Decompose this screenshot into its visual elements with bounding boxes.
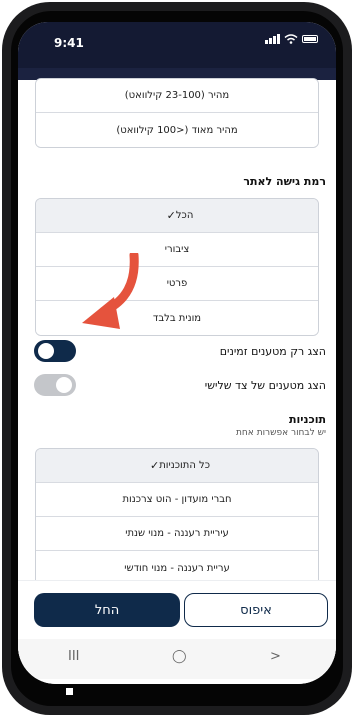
option-label: חברי מועדון - הוט צרכנות (122, 494, 232, 505)
check-icon: ✓ (149, 459, 160, 472)
status-time: 9:41 (54, 36, 84, 50)
reset-button[interactable]: איפוס (184, 593, 328, 627)
available-chargers-toggle[interactable] (34, 340, 76, 362)
option-label: פרטי (166, 278, 188, 289)
plans-title: תוכניות (288, 413, 326, 426)
access-option-all[interactable]: הכל ✓ (36, 199, 318, 233)
plans-subtitle: יש לבחור אפשרות אחת (236, 428, 326, 438)
plans-options-card: כל התוכניות ✓ חברי מועדון - הוט צרכנות ע… (35, 448, 319, 586)
app-screen: 9:41 מהיר (23-100 קילוואט) מהיר מאוד (<1… (18, 22, 336, 684)
third-party-chargers-toggle[interactable] (34, 374, 76, 396)
option-label: מהיר מאוד (<100 קילוואט) (116, 124, 238, 136)
filter-content: מהיר (23-100 קילוואט) מהיר מאוד (<100 קי… (18, 78, 336, 586)
toggle-label: הצג רק מטענים זמינים (219, 345, 326, 358)
status-bar: 9:41 (18, 22, 336, 68)
plan-option-all[interactable]: כל התוכניות ✓ (36, 449, 318, 483)
toggle-row-available: הצג רק מטענים זמינים (18, 340, 336, 364)
apply-button[interactable]: החל (34, 593, 180, 627)
toggle-knob (56, 377, 72, 393)
callout-arrow-icon (82, 253, 139, 329)
action-footer: איפוס החל III ◯ > (18, 580, 336, 684)
toggle-knob (38, 343, 54, 359)
option-label: עריית רעננה - מנוי חודשי (124, 562, 230, 574)
option-label: כל התוכניות (159, 460, 211, 471)
option-label: עיריית רעננה - מנוי שנתי (125, 528, 229, 539)
signal-icon (265, 34, 280, 44)
speed-option-very-fast[interactable]: מהיר מאוד (<100 קילוואט) (36, 113, 318, 147)
plan-option-yearly[interactable]: עיריית רעננה - מנוי שנתי (36, 517, 318, 551)
option-label: מהיר (23-100 קילוואט) (124, 90, 230, 101)
option-label: מונית בלבד (152, 312, 202, 324)
home-icon[interactable]: ◯ (172, 649, 187, 664)
status-icons (265, 34, 318, 44)
option-label: הכל (175, 210, 194, 221)
access-level-title: רמת גישה לאתר (243, 175, 326, 188)
home-indicator (66, 688, 73, 695)
check-icon: ✓ (166, 209, 176, 222)
toggle-row-third-party: הצג מטענים של צד שלישי (18, 374, 336, 398)
battery-icon (302, 35, 318, 43)
option-label: ציבורי (164, 244, 190, 255)
speed-option-fast[interactable]: מהיר (23-100 קילוואט) (36, 79, 318, 113)
recents-icon[interactable]: III (68, 649, 80, 664)
plan-option-club[interactable]: חברי מועדון - הוט צרכנות (36, 483, 318, 517)
speed-options-card: מהיר (23-100 קילוואט) מהיר מאוד (<100 קי… (35, 78, 319, 148)
toggle-label: הצג מטענים של צד שלישי (204, 379, 326, 392)
back-icon[interactable]: > (270, 649, 281, 664)
system-nav-bar: III ◯ > (18, 639, 336, 679)
wifi-icon (284, 34, 298, 44)
